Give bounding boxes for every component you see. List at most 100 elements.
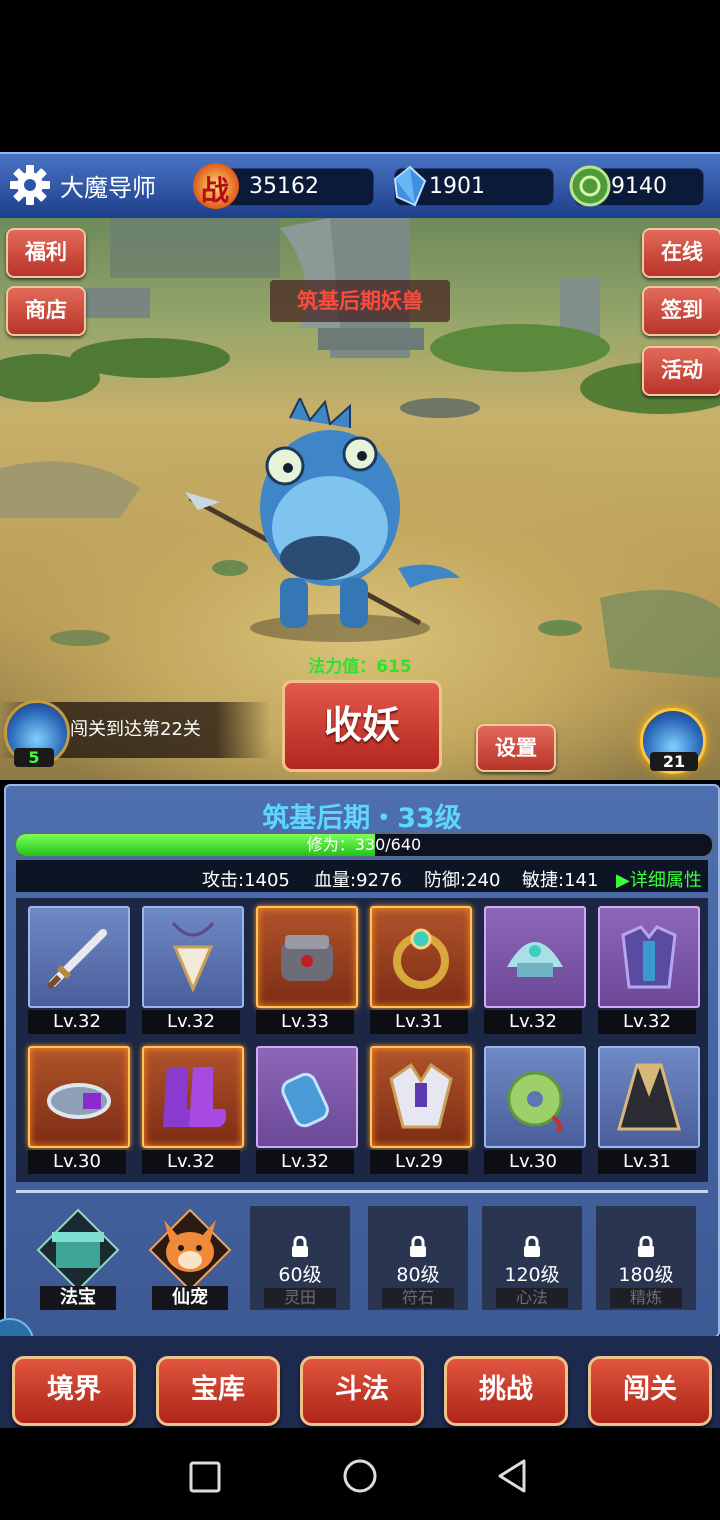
section-divider bbox=[16, 1190, 708, 1193]
feature-label: 符石 bbox=[382, 1288, 454, 1308]
equipment-grid: Lv.32 Lv.32 Lv.33 Lv.31 Lv.32 Lv.32 Lv.30 Lv.32… bbox=[16, 898, 708, 1182]
jade-coin-value: 9140 bbox=[611, 174, 667, 199]
nav-treasury[interactable]: 宝库 bbox=[156, 1356, 280, 1426]
jade-pendant-icon bbox=[507, 1071, 563, 1133]
equipment-slot[interactable] bbox=[370, 1046, 472, 1148]
equipment-slot[interactable] bbox=[28, 1046, 130, 1148]
equipment-slot[interactable] bbox=[370, 906, 472, 1008]
checkin-button[interactable]: 签到 bbox=[642, 286, 720, 336]
mind-method-button[interactable]: 120级 心法 bbox=[482, 1206, 582, 1310]
gauntlet-icon bbox=[281, 935, 333, 981]
equipment-slot[interactable] bbox=[256, 1046, 358, 1148]
equipment-slot[interactable] bbox=[598, 906, 700, 1008]
unlock-level: 120级 bbox=[504, 1264, 560, 1286]
equipment-slot[interactable] bbox=[598, 1046, 700, 1148]
settings-button[interactable]: 设置 bbox=[476, 724, 556, 772]
stage-progress-text: 闯关到达第22关 bbox=[70, 719, 201, 740]
agility-stat: 敏捷:141 bbox=[522, 870, 599, 891]
character-panel: 筑基后期・33级 修为：330/640 攻击:1405 血量:9276 防御:2… bbox=[4, 784, 720, 1338]
equipment-slot[interactable] bbox=[142, 906, 244, 1008]
nav-challenge[interactable]: 挑战 bbox=[444, 1356, 568, 1426]
spirit-pet-button[interactable]: 仙宠 bbox=[140, 1206, 240, 1310]
equipment-slot[interactable] bbox=[484, 906, 586, 1008]
unlock-level: 60级 bbox=[278, 1264, 322, 1286]
fox-pet-icon bbox=[148, 1208, 232, 1292]
refine-button[interactable]: 180级 精炼 bbox=[596, 1206, 696, 1310]
feature-row: 法宝 仙宠 60级 灵田 80级 符石 120级 心法 180级 精炼 bbox=[6, 1206, 718, 1316]
magic-treasure-button[interactable]: 法宝 bbox=[28, 1206, 128, 1310]
equipment-level: Lv.29 bbox=[370, 1150, 468, 1174]
capture-button[interactable]: 收妖 bbox=[282, 680, 442, 772]
defense-stat: 防御:240 bbox=[424, 870, 501, 891]
mana-value: 法力值：615 bbox=[308, 657, 412, 677]
lock-icon bbox=[524, 1236, 540, 1257]
stats-row: 攻击:1405 血量:9276 防御:240 敏捷:141 ▶详细属性 bbox=[16, 860, 708, 892]
detail-attributes-link[interactable]: ▶详细属性 bbox=[616, 866, 702, 892]
equipment-slot[interactable] bbox=[484, 1046, 586, 1148]
gear-icon[interactable] bbox=[8, 163, 52, 207]
cultivation-bar: 修为：330/640 bbox=[14, 832, 714, 858]
equipment-level: Lv.31 bbox=[598, 1150, 696, 1174]
combat-power-badge: 战 bbox=[201, 174, 230, 207]
feature-label: 法宝 bbox=[40, 1286, 116, 1310]
hp-stat: 血量:9276 bbox=[314, 870, 402, 891]
online-button[interactable]: 在线 bbox=[642, 228, 720, 278]
bracelet-icon bbox=[47, 1083, 111, 1119]
equipment-level: Lv.32 bbox=[598, 1010, 696, 1034]
feature-label: 灵田 bbox=[264, 1288, 336, 1308]
ring-icon bbox=[393, 928, 449, 989]
combat-power-display: 战 35162 bbox=[193, 163, 374, 209]
potion-right-count: 21 bbox=[650, 752, 698, 771]
cultivation-text: 修为：330/640 bbox=[306, 835, 422, 854]
combat-power-icon: 战 bbox=[193, 163, 239, 209]
jade-coin-icon bbox=[569, 165, 611, 207]
lock-icon bbox=[292, 1236, 308, 1257]
crystal-icon bbox=[393, 165, 427, 207]
shop-button[interactable]: 商店 bbox=[6, 286, 86, 336]
unlock-level: 80级 bbox=[396, 1264, 440, 1286]
boots-icon bbox=[163, 1067, 227, 1127]
bracer-icon bbox=[281, 1072, 329, 1128]
rune-stone-button[interactable]: 80级 符石 bbox=[368, 1206, 468, 1310]
equipment-slot[interactable] bbox=[256, 906, 358, 1008]
equipment-level: Lv.32 bbox=[142, 1010, 240, 1034]
equipment-slot[interactable] bbox=[142, 1046, 244, 1148]
spirit-field-button[interactable]: 60级 灵田 bbox=[250, 1206, 350, 1310]
combat-power-value: 35162 bbox=[249, 174, 319, 199]
home-icon[interactable] bbox=[342, 1458, 378, 1494]
treasure-chest-icon bbox=[36, 1208, 120, 1292]
system-nav-bar bbox=[0, 1428, 720, 1520]
lock-icon bbox=[638, 1236, 654, 1257]
potion-left-count: 5 bbox=[14, 748, 54, 767]
chest-armor-icon bbox=[389, 1062, 453, 1129]
top-bar: 大魔导师 战 35162 1901 9140 bbox=[0, 152, 720, 220]
equipment-level: Lv.31 bbox=[370, 1010, 468, 1034]
attack-stat: 攻击:1405 bbox=[202, 870, 290, 891]
crystal-value: 1901 bbox=[429, 174, 485, 199]
equipment-level: Lv.32 bbox=[28, 1010, 126, 1034]
events-button[interactable]: 活动 bbox=[642, 346, 720, 396]
player-name: 大魔导师 bbox=[60, 174, 156, 202]
helmet-icon bbox=[507, 942, 563, 977]
nav-stage-run[interactable]: 闯关 bbox=[588, 1356, 712, 1426]
nav-duel[interactable]: 斗法 bbox=[300, 1356, 424, 1426]
sword-icon bbox=[46, 929, 107, 990]
realm-rank: 筑基后期・33级 bbox=[262, 803, 462, 834]
jade-coin-display: 9140 bbox=[569, 165, 704, 207]
equipment-level: Lv.33 bbox=[256, 1010, 354, 1034]
monster-sprite[interactable] bbox=[180, 398, 480, 648]
cloak-icon bbox=[617, 1063, 681, 1131]
equipment-level: Lv.30 bbox=[484, 1150, 582, 1174]
equipment-level: Lv.30 bbox=[28, 1150, 126, 1174]
feature-label: 精炼 bbox=[610, 1288, 682, 1308]
recent-apps-icon[interactable] bbox=[188, 1460, 222, 1494]
back-icon[interactable] bbox=[496, 1458, 530, 1494]
armor-icon bbox=[621, 925, 677, 989]
equipment-level: Lv.32 bbox=[484, 1010, 582, 1034]
lock-icon bbox=[410, 1236, 426, 1257]
battle-scene: 福利 商店 在线 签到 活动 筑基后期妖兽 法力值：615 收妖 设置 5 闯关… bbox=[0, 218, 720, 780]
welfare-button[interactable]: 福利 bbox=[6, 228, 86, 278]
equipment-slot[interactable] bbox=[28, 906, 130, 1008]
nav-realm[interactable]: 境界 bbox=[12, 1356, 136, 1426]
amulet-icon bbox=[171, 922, 215, 993]
